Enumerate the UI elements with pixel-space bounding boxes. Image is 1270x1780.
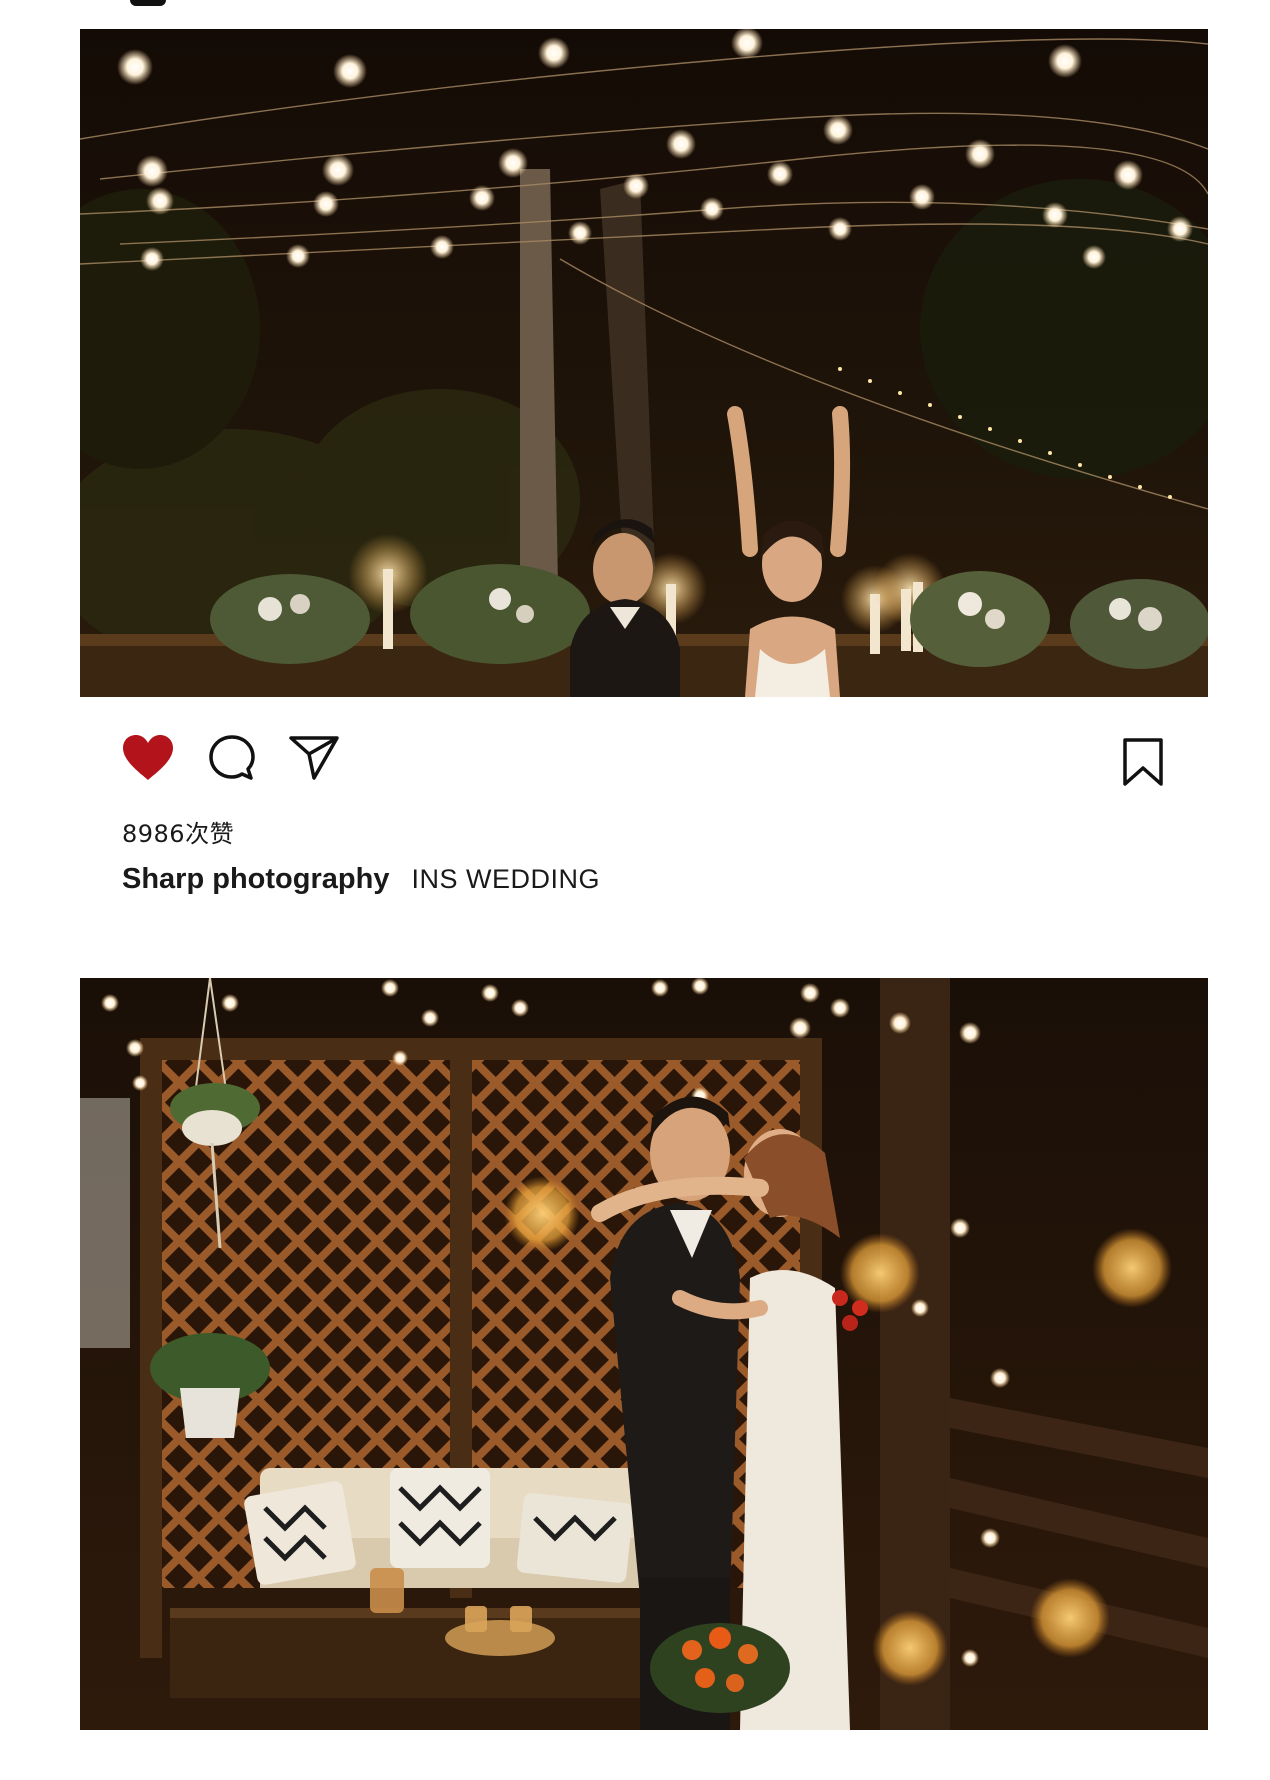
save-button[interactable] — [1115, 734, 1171, 790]
comment-button[interactable] — [204, 730, 260, 786]
previous-post-fragment — [130, 0, 166, 6]
caption-text: INS WEDDING — [411, 864, 600, 894]
share-button[interactable] — [286, 730, 342, 786]
post-caption: Sharp photography INS WEDDING — [122, 862, 600, 896]
paper-plane-icon — [289, 736, 339, 780]
heart-filled-icon — [123, 735, 173, 780]
author-name[interactable]: Sharp photography — [122, 863, 389, 895]
likes-count: 8986次赞 — [122, 820, 235, 848]
post-photo-1 — [80, 29, 1208, 697]
post-photo-2 — [80, 978, 1208, 1730]
bookmark-icon — [1123, 738, 1163, 786]
speech-bubble-icon — [209, 735, 255, 780]
post-action-bar — [120, 730, 1170, 790]
like-button[interactable] — [120, 730, 176, 786]
